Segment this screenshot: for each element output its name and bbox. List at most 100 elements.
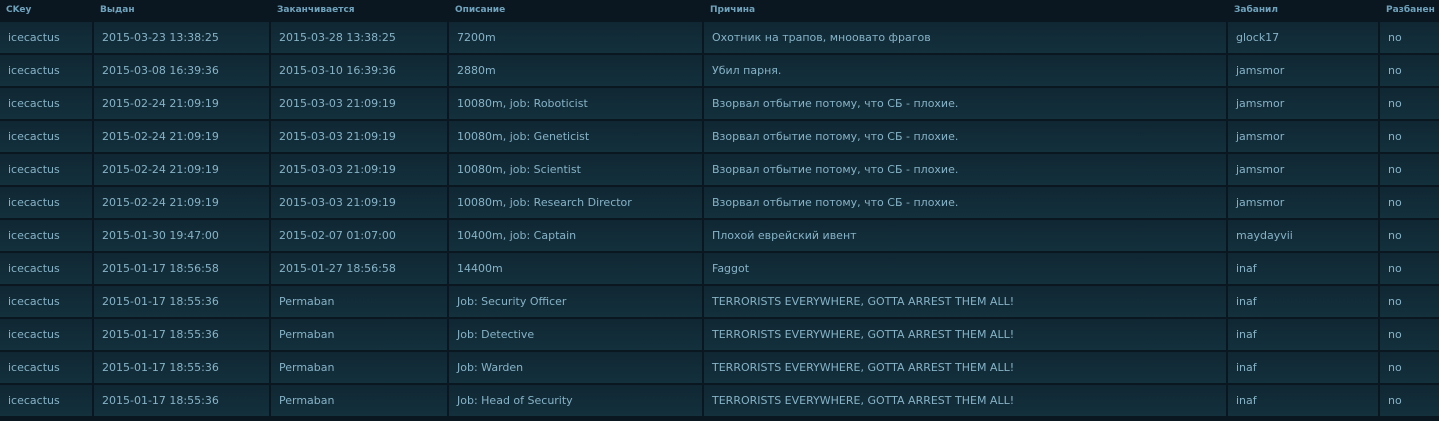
cell-ckey: icecactus — [0, 55, 94, 88]
cell-description: Job: Warden — [449, 352, 704, 385]
cell-reason: Плохой еврейский ивент — [704, 220, 1228, 253]
cell-ckey: icecactus — [0, 121, 94, 154]
cell-unbanned: no — [1380, 319, 1439, 352]
cell-issued: 2015-01-17 18:55:36 — [94, 319, 271, 352]
bans-table: CKey Выдан Заканчивается Описание Причина Заб… — [0, 0, 1439, 418]
cell-banned-by: jamsmor — [1228, 187, 1380, 220]
cell-reason: Взорвал отбытие потому, что СБ - плохие. — [704, 121, 1228, 154]
cell-ckey: icecactus — [0, 319, 94, 352]
cell-banned-by: glock17 — [1228, 22, 1380, 55]
cell-reason: TERRORISTS EVERYWHERE, GOTTA ARREST THEM… — [704, 352, 1228, 385]
table-row: icecactus 2015-02-24 21:09:19 2015-03-03 2… — [0, 88, 1439, 121]
column-header-unbanned: Разбанен — [1380, 0, 1439, 22]
cell-description: Job: Security Officer — [449, 286, 704, 319]
cell-banned-by: inaf — [1228, 286, 1380, 319]
cell-description: Job: Head of Security — [449, 385, 704, 418]
cell-expires: Permaban — [271, 352, 449, 385]
cell-banned-by: jamsmor — [1228, 121, 1380, 154]
cell-banned-by: inaf — [1228, 352, 1380, 385]
cell-expires: 2015-03-03 21:09:19 — [271, 154, 449, 187]
cell-banned-by: inaf — [1228, 385, 1380, 418]
column-header-description: Описание — [449, 0, 704, 22]
cell-ckey: icecactus — [0, 253, 94, 286]
table-row: icecactus 2015-01-17 18:55:36 Permaban Job:… — [0, 319, 1439, 352]
cell-expires: 2015-01-27 18:56:58 — [271, 253, 449, 286]
cell-expires: 2015-03-03 21:09:19 — [271, 88, 449, 121]
cell-expires: 2015-02-07 01:07:00 — [271, 220, 449, 253]
cell-issued: 2015-01-17 18:56:58 — [94, 253, 271, 286]
table-row: icecactus 2015-01-17 18:55:36 Permaban Job:… — [0, 352, 1439, 385]
cell-expires: Permaban — [271, 319, 449, 352]
cell-issued: 2015-02-24 21:09:19 — [94, 154, 271, 187]
cell-issued: 2015-03-08 16:39:36 — [94, 55, 271, 88]
cell-expires: 2015-03-10 16:39:36 — [271, 55, 449, 88]
cell-unbanned: no — [1380, 286, 1439, 319]
table-row: icecactus 2015-03-23 13:38:25 2015-03-28 1… — [0, 22, 1439, 55]
cell-description: 10080m, job: Research Director — [449, 187, 704, 220]
column-header-banned-by: Забанил — [1228, 0, 1380, 22]
cell-issued: 2015-01-30 19:47:00 — [94, 220, 271, 253]
cell-issued: 2015-01-17 18:55:36 — [94, 385, 271, 418]
column-header-ckey: CKey — [0, 0, 94, 22]
table-body: icecactus 2015-03-23 13:38:25 2015-03-28 1… — [0, 22, 1439, 418]
cell-issued: 2015-02-24 21:09:19 — [94, 187, 271, 220]
column-header-reason: Причина — [704, 0, 1228, 22]
cell-description: 10080m, job: Geneticist — [449, 121, 704, 154]
cell-expires: 2015-03-03 21:09:19 — [271, 121, 449, 154]
cell-reason: TERRORISTS EVERYWHERE, GOTTA ARREST THEM… — [704, 385, 1228, 418]
cell-ckey: icecactus — [0, 385, 94, 418]
cell-reason: Убил парня. — [704, 55, 1228, 88]
cell-expires: Permaban — [271, 286, 449, 319]
cell-reason: Охотник на трапов, мноовато фрагов — [704, 22, 1228, 55]
table-row: icecactus 2015-01-30 19:47:00 2015-02-07 0… — [0, 220, 1439, 253]
cell-unbanned: no — [1380, 352, 1439, 385]
cell-description: 7200m — [449, 22, 704, 55]
cell-issued: 2015-02-24 21:09:19 — [94, 121, 271, 154]
cell-banned-by: jamsmor — [1228, 55, 1380, 88]
cell-issued: 2015-01-17 18:55:36 — [94, 352, 271, 385]
cell-ckey: icecactus — [0, 187, 94, 220]
cell-ckey: icecactus — [0, 88, 94, 121]
table-row: icecactus 2015-01-17 18:55:36 Permaban Job:… — [0, 385, 1439, 418]
cell-banned-by: inaf — [1228, 253, 1380, 286]
cell-expires: 2015-03-03 21:09:19 — [271, 187, 449, 220]
cell-description: Job: Detective — [449, 319, 704, 352]
cell-ckey: icecactus — [0, 352, 94, 385]
cell-description: 10080m, job: Roboticist — [449, 88, 704, 121]
cell-issued: 2015-03-23 13:38:25 — [94, 22, 271, 55]
column-header-expires: Заканчивается — [271, 0, 449, 22]
cell-unbanned: no — [1380, 220, 1439, 253]
cell-unbanned: no — [1380, 55, 1439, 88]
cell-reason: TERRORISTS EVERYWHERE, GOTTA ARREST THEM… — [704, 286, 1228, 319]
cell-expires: Permaban — [271, 385, 449, 418]
cell-description: 10400m, job: Captain — [449, 220, 704, 253]
cell-reason: Faggot — [704, 253, 1228, 286]
cell-ckey: icecactus — [0, 220, 94, 253]
table-row: icecactus 2015-01-17 18:55:36 Permaban Job:… — [0, 286, 1439, 319]
cell-reason: Взорвал отбытие потому, что СБ - плохие. — [704, 154, 1228, 187]
cell-unbanned: no — [1380, 22, 1439, 55]
cell-unbanned: no — [1380, 385, 1439, 418]
cell-unbanned: no — [1380, 187, 1439, 220]
cell-banned-by: jamsmor — [1228, 154, 1380, 187]
table-row: icecactus 2015-02-24 21:09:19 2015-03-03 2… — [0, 154, 1439, 187]
table-row: icecactus 2015-01-17 18:56:58 2015-01-27 1… — [0, 253, 1439, 286]
cell-issued: 2015-01-17 18:55:36 — [94, 286, 271, 319]
cell-reason: Взорвал отбытие потому, что СБ - плохие. — [704, 187, 1228, 220]
cell-banned-by: jamsmor — [1228, 88, 1380, 121]
cell-ckey: icecactus — [0, 286, 94, 319]
cell-description: 10080m, job: Scientist — [449, 154, 704, 187]
cell-ckey: icecactus — [0, 154, 94, 187]
table-row: icecactus 2015-03-08 16:39:36 2015-03-10 1… — [0, 55, 1439, 88]
cell-unbanned: no — [1380, 253, 1439, 286]
cell-unbanned: no — [1380, 88, 1439, 121]
cell-expires: 2015-03-28 13:38:25 — [271, 22, 449, 55]
cell-reason: TERRORISTS EVERYWHERE, GOTTA ARREST THEM… — [704, 319, 1228, 352]
cell-unbanned: no — [1380, 154, 1439, 187]
cell-description: 2880m — [449, 55, 704, 88]
cell-ckey: icecactus — [0, 22, 94, 55]
cell-unbanned: no — [1380, 121, 1439, 154]
cell-banned-by: inaf — [1228, 319, 1380, 352]
column-header-issued: Выдан — [94, 0, 271, 22]
cell-description: 14400m — [449, 253, 704, 286]
